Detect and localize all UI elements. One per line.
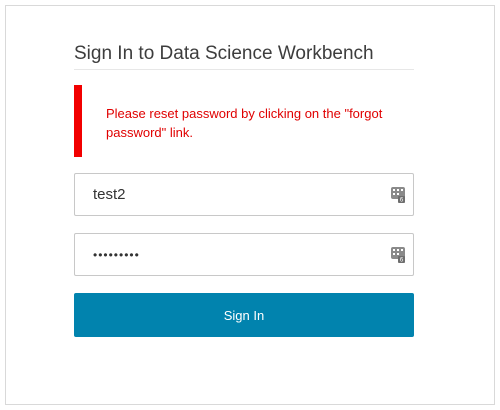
password-input[interactable] [75, 234, 375, 275]
username-field-wrapper: 6 [74, 173, 414, 216]
username-input[interactable] [75, 174, 375, 215]
page-title: Sign In to Data Science Workbench [74, 42, 414, 70]
keypad-icon[interactable]: 6 [391, 187, 405, 203]
alert-accent-bar [74, 85, 82, 157]
sign-in-button[interactable]: Sign In [74, 293, 414, 337]
password-field-wrapper: 6 [74, 233, 414, 276]
error-alert: Please reset password by clicking on the… [74, 85, 414, 157]
keypad-icon[interactable]: 6 [391, 247, 405, 263]
alert-message: Please reset password by clicking on the… [106, 106, 383, 140]
